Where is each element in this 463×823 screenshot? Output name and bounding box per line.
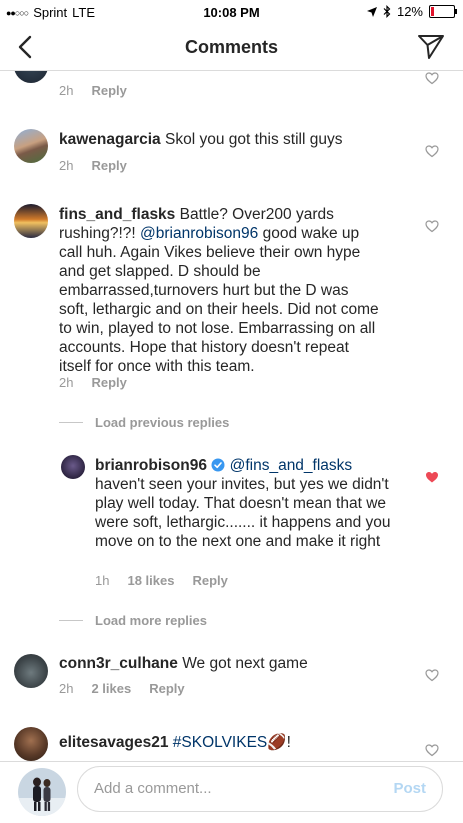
username-link[interactable]: kawenagarcia — [59, 131, 161, 148]
avatar[interactable] — [14, 129, 48, 163]
mention-link[interactable]: @fins_and_flasks — [230, 457, 353, 474]
bluetooth-icon — [383, 5, 391, 18]
reply-button[interactable]: Reply — [91, 158, 126, 173]
reply-button[interactable]: Reply — [192, 573, 227, 588]
load-previous-replies-button[interactable]: Load previous replies — [59, 415, 229, 430]
heart-icon[interactable] — [425, 144, 439, 158]
reply-button[interactable]: Reply — [91, 375, 126, 390]
status-icons: 12% — [366, 4, 457, 19]
avatar[interactable] — [14, 204, 48, 238]
heart-liked-icon[interactable] — [425, 470, 439, 484]
battery-percent: 12% — [396, 4, 423, 19]
current-user-photo — [18, 768, 66, 816]
location-arrow-icon — [366, 6, 377, 17]
comment-composer: Post — [0, 761, 463, 823]
comment-meta: 2h Reply — [59, 83, 127, 98]
avatar[interactable] — [14, 71, 48, 83]
divider — [59, 620, 83, 621]
status-bar: ●●○○○ Sprint LTE 10:08 PM 12% — [0, 0, 463, 24]
load-more-replies-button[interactable]: Load more replies — [59, 613, 207, 628]
comment-time: 2h — [59, 375, 74, 390]
reply-button[interactable]: Reply — [149, 681, 184, 696]
username-link[interactable]: elitesavages21 — [59, 734, 168, 751]
paper-plane-icon[interactable] — [417, 34, 445, 60]
football-emoji: 🏈 — [267, 734, 287, 751]
post-button[interactable]: Post — [393, 780, 426, 797]
page-title: Comments — [184, 37, 278, 57]
comment-text: Skol you got this still guys — [165, 131, 343, 148]
mention-link[interactable]: @brianrobison96 — [140, 225, 258, 242]
comment-time: 2h — [59, 158, 74, 173]
heart-icon[interactable] — [425, 71, 439, 85]
username-link[interactable]: fins_and_flasks — [59, 206, 175, 223]
avatar[interactable] — [14, 727, 48, 761]
avatar[interactable] — [14, 654, 48, 688]
comment-text: haven't seen your invites, but yes we di… — [95, 476, 391, 550]
comment-text: ! — [286, 734, 291, 751]
comment-time: 2h — [59, 83, 74, 98]
comment-text-continued: good wake up call huh. Again Vikes belie… — [59, 225, 379, 375]
username-link[interactable]: brianrobison96 — [95, 457, 207, 474]
comment-input-box[interactable]: Post — [77, 766, 443, 812]
verified-badge-icon — [211, 458, 225, 472]
heart-icon[interactable] — [425, 743, 439, 757]
likes-count[interactable]: 18 likes — [127, 573, 174, 588]
comment-body: fins_and_flasks Battle? Over200 yards ru… — [59, 205, 381, 376]
navigation-bar: Comments — [0, 24, 463, 71]
comment-meta: 2h Reply — [59, 158, 127, 173]
username-link[interactable]: conn3r_culhane — [59, 655, 178, 672]
reply-meta: 1h 18 likes Reply — [95, 573, 228, 588]
battery-icon — [429, 5, 457, 18]
comments-list[interactable]: 2h Reply kawenagarcia Skol you got this … — [0, 71, 463, 761]
comment-input[interactable] — [92, 779, 376, 798]
comment-body: kawenagarcia Skol you got this still guy… — [59, 130, 411, 149]
comment-body: elitesavages21 #SKOLVIKES🏈! — [59, 733, 411, 752]
load-previous-label: Load previous replies — [95, 415, 230, 430]
comment-meta: 2h 2 likes Reply — [59, 681, 185, 696]
heart-icon[interactable] — [425, 668, 439, 682]
hashtag-link[interactable]: #SKOLVIKES — [173, 734, 267, 751]
heart-icon[interactable] — [425, 219, 439, 233]
divider — [59, 422, 83, 423]
comment-time: 1h — [95, 573, 110, 588]
avatar[interactable] — [61, 455, 85, 479]
current-user-avatar — [18, 768, 66, 816]
comment-text: We got next game — [182, 655, 308, 672]
load-more-label: Load more replies — [95, 613, 207, 628]
comment-body: conn3r_culhane We got next game — [59, 654, 411, 673]
comment-time: 2h — [59, 681, 74, 696]
likes-count[interactable]: 2 likes — [91, 681, 131, 696]
reply-button[interactable]: Reply — [91, 83, 126, 98]
reply-body: brianrobison96 @fins_and_flasks haven't … — [95, 456, 403, 551]
comment-meta: 2h Reply — [59, 375, 127, 390]
